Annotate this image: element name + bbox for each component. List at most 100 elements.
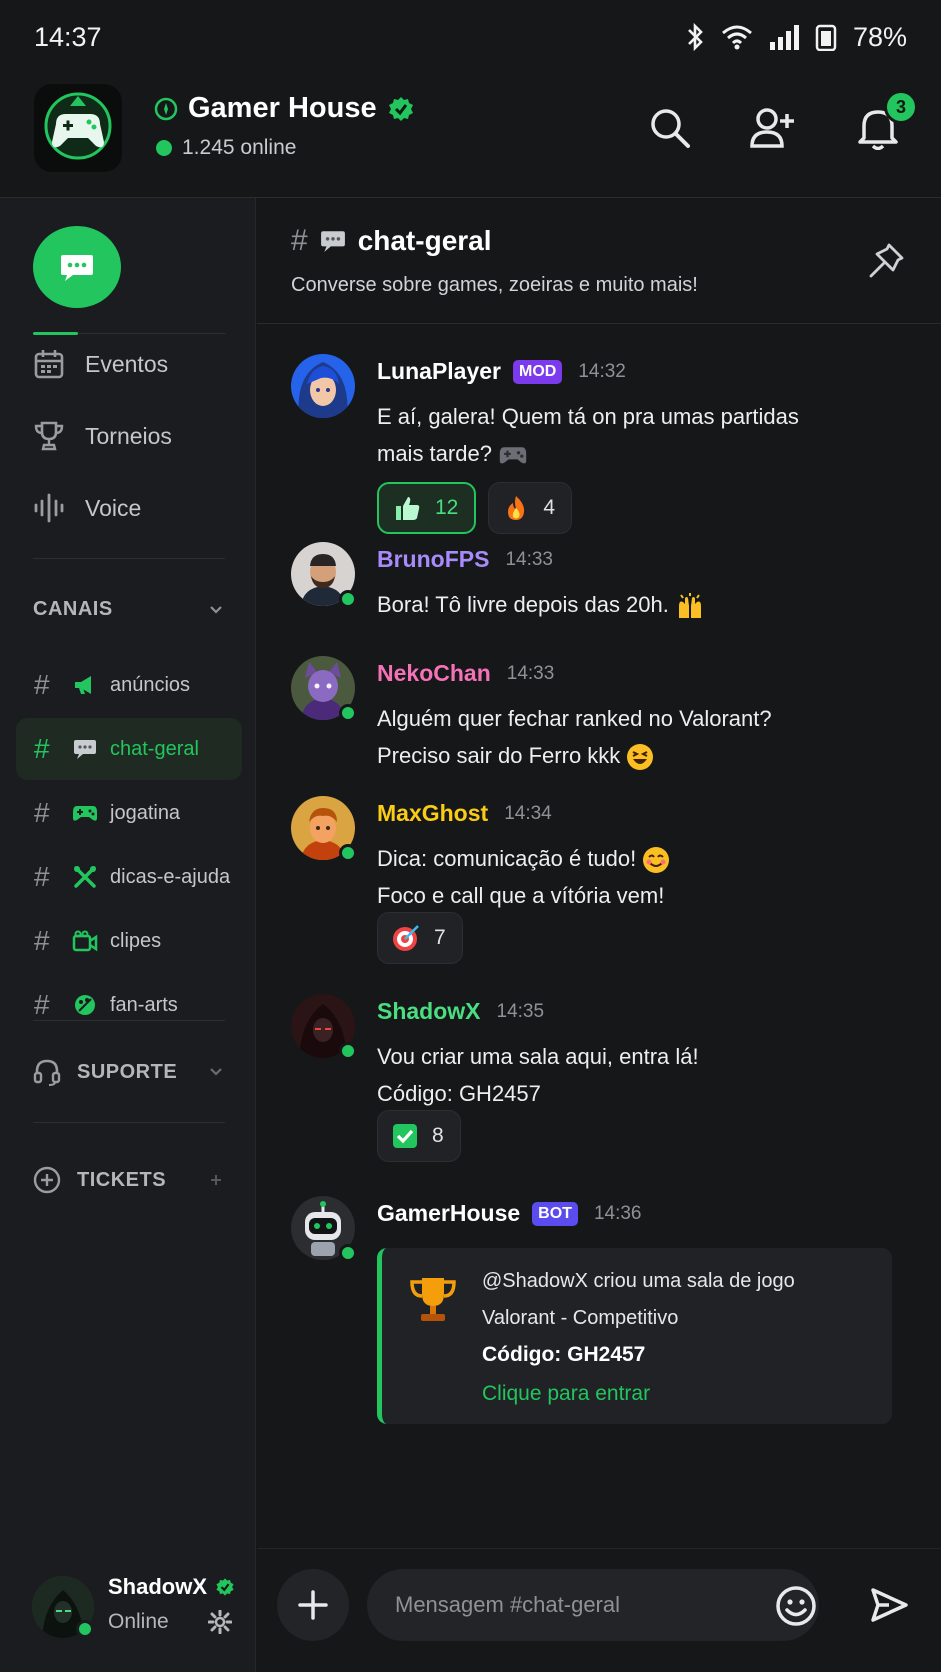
message-composer (257, 1548, 941, 1672)
author-name[interactable]: NekoChan (377, 660, 491, 687)
battery-icon (815, 24, 837, 51)
send-button[interactable] (869, 1585, 909, 1630)
reaction-target[interactable]: 7 (377, 912, 463, 964)
palette-icon (72, 993, 98, 1017)
message-line: Vou criar uma sala aqui, entra lá! (377, 1044, 699, 1069)
trophy-icon (34, 421, 64, 451)
notifications-button[interactable]: 3 (854, 90, 918, 152)
smiling-emoji-icon (643, 847, 670, 874)
avatar[interactable] (291, 354, 355, 418)
message: BrunoFPS 14:33 Bora! Tô livre depois das… (291, 542, 921, 632)
online-label: 1.245 online (182, 136, 297, 159)
section-tickets[interactable]: TICKETS (33, 1166, 223, 1194)
server-logo[interactable] (34, 84, 122, 172)
bot-embed-card[interactable]: @ShadowX criou uma sala de jogo Valorant… (377, 1248, 892, 1424)
message: NekoChan 14:33 Alguém quer fechar ranked… (291, 656, 921, 776)
message-input[interactable] (367, 1569, 819, 1641)
message-line: Alguém quer fechar ranked no Valorant? (377, 706, 772, 731)
channel-name: fan-arts (110, 993, 178, 1016)
message-header: BrunoFPS 14:33 (377, 546, 553, 573)
channel-anuncios[interactable]: # anúncios (16, 654, 242, 716)
hash-icon: # (34, 797, 50, 828)
bot-badge: BOT (532, 1201, 578, 1226)
online-status-dot (339, 1042, 357, 1060)
reactions: 8 (377, 1110, 461, 1162)
section-label: SUPORTE (77, 1060, 178, 1083)
author-name[interactable]: ShadowX (377, 998, 481, 1025)
server-header: Gamer House 1.245 online 3 (0, 74, 941, 198)
channel-header: # chat-geral Converse sobre games, zoeir… (257, 198, 941, 324)
status-time: 14:37 (34, 21, 102, 52)
gamepad-emoji-icon (499, 447, 527, 464)
gamepad-icon (72, 803, 98, 823)
timestamp: 14:35 (496, 1000, 545, 1022)
timestamp: 14:36 (593, 1202, 642, 1224)
nav-label: Voice (85, 494, 142, 521)
megaphone-icon (72, 674, 98, 696)
online-count: 1.245 online (156, 136, 296, 160)
headset-icon (33, 1059, 61, 1086)
channel-dicas-e-ajuda[interactable]: # dicas-e-ajuda (16, 846, 242, 908)
channel-fan-arts[interactable]: # fan-arts (16, 974, 242, 1036)
channel-chat-geral[interactable]: # chat-geral (16, 718, 242, 780)
status-icons: 78% (685, 22, 907, 53)
add-member-button[interactable] (748, 104, 796, 152)
search-button[interactable] (646, 104, 694, 152)
divider (33, 1122, 225, 1123)
online-status-dot (339, 844, 357, 862)
notification-badge: 3 (884, 90, 918, 124)
signal-icon (769, 25, 799, 50)
nav-item-torneios[interactable]: Torneios (33, 420, 172, 452)
section-suporte[interactable]: SUPORTE (33, 1058, 223, 1086)
settings-button[interactable] (207, 1609, 233, 1639)
chat-home-button[interactable] (33, 226, 121, 308)
reaction-thumbs-up[interactable]: 12 (377, 482, 477, 534)
tools-icon (72, 865, 98, 889)
message: MaxGhost 14:34 Dica: comunicação é tudo!… (291, 796, 921, 966)
hash-icon: # (34, 861, 50, 892)
server-name: Gamer House (188, 92, 377, 124)
message-header: MaxGhost 14:34 (377, 800, 552, 827)
author-name[interactable]: GamerHouse (377, 1200, 520, 1227)
online-status-dot (339, 590, 357, 608)
attach-button[interactable] (277, 1569, 349, 1641)
reaction-fire[interactable]: 4 (488, 482, 573, 534)
online-status-dot (339, 1244, 357, 1262)
section-canais[interactable]: CANAIS (33, 598, 223, 621)
add-user-icon (750, 108, 794, 148)
trophy-icon (410, 1278, 456, 1321)
wifi-icon (721, 25, 752, 50)
verified-icon (388, 96, 413, 121)
author-name[interactable]: LunaPlayer (377, 358, 501, 385)
status-bar: 14:37 78% (0, 0, 941, 74)
channel-name: chat-geral (357, 225, 492, 256)
pinned-messages-button[interactable] (867, 242, 905, 285)
nav-item-eventos[interactable]: Eventos (33, 348, 168, 380)
divider (78, 333, 226, 334)
nav-label: Torneios (85, 422, 172, 449)
message-line: mais tarde? (377, 441, 492, 466)
nav-item-voice[interactable]: Voice (33, 492, 141, 524)
search-icon (651, 109, 690, 148)
reaction-count: 12 (435, 496, 459, 519)
user-status: Online (108, 1610, 169, 1633)
channel-name: chat-geral (110, 737, 199, 760)
speech-bubble-icon (320, 231, 345, 252)
author-name[interactable]: MaxGhost (377, 800, 488, 827)
channel-topic: Converse sobre games, zoeiras e muito ma… (291, 274, 698, 296)
verified-icon (216, 1578, 234, 1596)
join-room-link[interactable]: Clique para entrar (482, 1382, 650, 1406)
sidebar: Eventos Torneios Voice CANAIS # anúncios… (0, 198, 256, 1548)
channel-jogatina[interactable]: # jogatina (16, 782, 242, 844)
message-line-row: Bora! Tô livre depois das 20h. (377, 586, 917, 623)
message-body: Dica: comunicação é tudo! Foco e call qu… (377, 840, 917, 914)
channel-name: dicas-e-ajuda (110, 865, 231, 888)
chat-bubble-icon (61, 255, 93, 281)
author-name[interactable]: BrunoFPS (377, 546, 489, 573)
reaction-check[interactable]: 8 (377, 1110, 461, 1162)
channel-clipes[interactable]: # clipes (16, 910, 242, 972)
server-title-row[interactable]: Gamer House (154, 92, 415, 125)
emoji-picker-button[interactable] (775, 1585, 817, 1632)
plus-icon[interactable] (209, 1173, 223, 1187)
message-line: Preciso sair do Ferro kkk (377, 743, 621, 768)
